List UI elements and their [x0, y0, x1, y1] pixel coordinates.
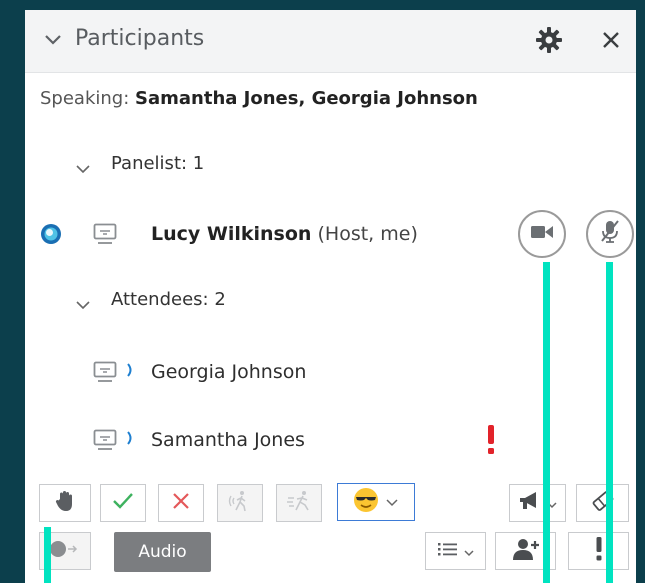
- eraser-button[interactable]: [576, 484, 629, 522]
- alert-button[interactable]: [568, 532, 629, 570]
- participant-name-text: Lucy Wilkinson: [151, 223, 312, 245]
- video-camera-icon: [530, 224, 554, 244]
- screen-share-icon: [93, 361, 117, 387]
- list-icon: [437, 541, 459, 561]
- panel-header: Participants: [25, 10, 636, 73]
- close-icon[interactable]: [601, 30, 621, 54]
- speaking-indicator: Speaking: Samantha Jones, Georgia Johnso…: [40, 88, 478, 109]
- chevron-down-icon[interactable]: [75, 160, 91, 179]
- alert-icon: [595, 537, 603, 565]
- attendees-count-label: Attendees: 2: [111, 289, 226, 310]
- yes-button[interactable]: [100, 484, 146, 522]
- go-faster-button[interactable]: [276, 484, 322, 522]
- audio-button[interactable]: Audio: [114, 532, 211, 572]
- list-view-dropdown[interactable]: [425, 532, 486, 570]
- attendee-name: Georgia Johnson: [151, 361, 307, 383]
- megaphone-icon: [518, 491, 542, 515]
- chevron-down-icon[interactable]: [75, 296, 91, 315]
- audio-wave-icon: [126, 362, 134, 382]
- audio-connect-icon: [48, 538, 82, 564]
- add-person-icon: [512, 537, 540, 565]
- raise-hand-button[interactable]: [39, 484, 91, 522]
- emoji-dropdown[interactable]: [337, 483, 415, 521]
- gear-icon[interactable]: [535, 26, 563, 58]
- alert-icon: [487, 425, 495, 455]
- x-icon: [172, 492, 190, 514]
- participant-role: (Host, me): [317, 223, 418, 245]
- megaphone-dropdown[interactable]: [509, 484, 566, 522]
- panelist-count-label: Panelist: 1: [111, 153, 205, 174]
- speaking-prefix: Speaking:: [40, 88, 136, 109]
- go-faster-icon: [286, 490, 312, 516]
- collapse-chevron-icon[interactable]: [43, 30, 63, 54]
- video-button[interactable]: [518, 210, 566, 258]
- raise-hand-icon: [55, 490, 75, 516]
- mute-button[interactable]: [586, 210, 634, 258]
- go-slower-icon: [227, 490, 253, 516]
- emoji-icon: [353, 487, 379, 517]
- screen-share-icon: [93, 223, 117, 249]
- annotation-marker: [543, 262, 550, 583]
- audio-wave-icon: [126, 430, 134, 450]
- panel-title: Participants: [75, 26, 205, 51]
- presenter-status-icon: [40, 223, 62, 245]
- chevron-down-icon: [385, 493, 399, 512]
- check-icon: [112, 492, 134, 514]
- speaking-names: Samantha Jones, Georgia Johnson: [135, 88, 478, 109]
- screen-share-icon: [93, 429, 117, 455]
- participant-name: Lucy Wilkinson (Host, me): [151, 223, 418, 245]
- go-slower-button[interactable]: [217, 484, 263, 522]
- no-button[interactable]: [158, 484, 204, 522]
- annotation-marker: [606, 262, 613, 583]
- mic-muted-icon: [599, 219, 621, 249]
- annotation-marker: [44, 527, 51, 583]
- chevron-down-icon: [463, 542, 475, 561]
- attendee-name: Samantha Jones: [151, 429, 305, 451]
